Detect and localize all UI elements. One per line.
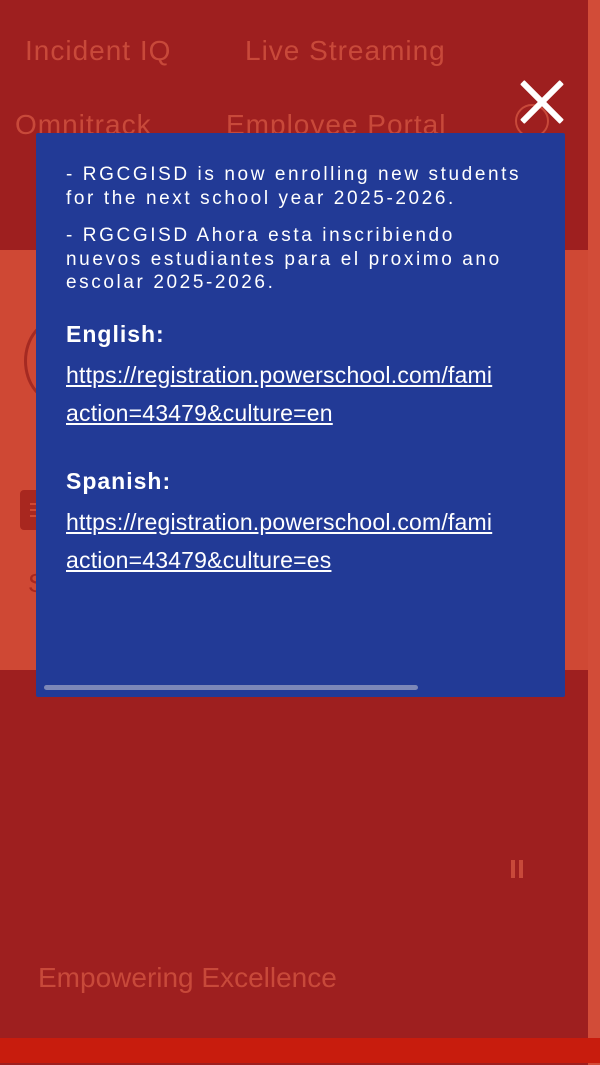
- notice-spanish: - RGCGISD Ahora esta inscribiendo nuevos…: [66, 225, 502, 293]
- modal-content: - RGCGISD is now enrolling new students …: [66, 163, 565, 579]
- spanish-link-line-2: action=43479&culture=es: [66, 546, 332, 573]
- english-link-line-1: https://registration.powerschool.com/fam…: [66, 361, 493, 388]
- close-icon[interactable]: [518, 78, 566, 126]
- spanish-registration-link[interactable]: https://registration.powerschool.com/fam…: [66, 503, 565, 579]
- english-registration-link[interactable]: https://registration.powerschool.com/fam…: [66, 356, 565, 432]
- page-scrollbar[interactable]: [588, 0, 600, 1065]
- modal-horizontal-scrollbar[interactable]: [44, 685, 418, 690]
- notice-english: - RGCGISD is now enrolling new students …: [66, 164, 522, 209]
- bottom-accent-strip: [0, 1038, 600, 1063]
- english-link-line-2: action=43479&culture=en: [66, 399, 333, 426]
- english-label: English:: [66, 320, 165, 347]
- hero-tagline: Empowering Excellence: [38, 962, 337, 993]
- pause-icon[interactable]: [510, 860, 524, 878]
- nav-link-live-streaming[interactable]: Live Streaming: [245, 35, 446, 67]
- spanish-label: Spanish:: [66, 467, 172, 494]
- spanish-link-line-1: https://registration.powerschool.com/fam…: [66, 508, 493, 535]
- nav-link-incident-iq[interactable]: Incident IQ: [25, 35, 171, 67]
- enrollment-announcement-modal: - RGCGISD is now enrolling new students …: [36, 133, 565, 697]
